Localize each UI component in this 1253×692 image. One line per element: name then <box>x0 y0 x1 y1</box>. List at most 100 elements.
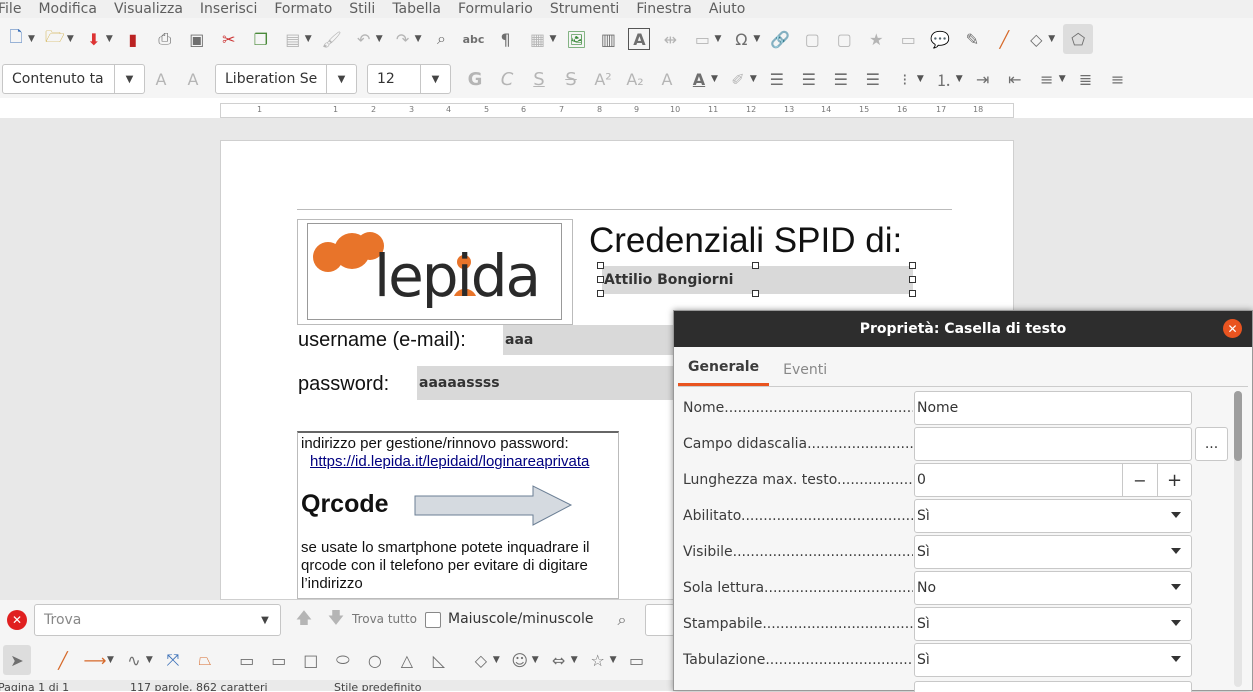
subscript-icon[interactable]: A₂ <box>623 67 647 91</box>
new-document-icon[interactable]: 🗋 <box>4 27 28 51</box>
align-center-icon[interactable]: ☰ <box>797 67 821 91</box>
decrease-indent-icon[interactable]: ⇤ <box>1003 67 1027 91</box>
username-textbox[interactable]: aaa <box>503 325 675 355</box>
tabstop-select[interactable]: Sì <box>914 643 1192 677</box>
chevron-down-icon[interactable]: ▼ <box>67 34 74 44</box>
new-style-icon[interactable]: A <box>181 67 205 91</box>
close-find-icon[interactable]: ✕ <box>7 610 27 630</box>
open-folder-icon[interactable]: 🗁 <box>43 27 67 51</box>
chevron-down-icon[interactable]: ▼ <box>146 655 153 665</box>
select-pointer-icon[interactable]: ➤ <box>3 645 31 675</box>
font-color-icon[interactable]: A <box>687 67 711 91</box>
page-break-icon[interactable]: ⇹ <box>658 27 682 51</box>
selection-handle[interactable] <box>909 262 916 269</box>
endnote-icon[interactable]: ▢ <box>832 27 856 51</box>
chevron-down-icon[interactable]: ▼ <box>714 34 721 44</box>
insert-table-icon[interactable]: ▦ <box>526 27 550 51</box>
ellipse-icon[interactable]: ⬭ <box>331 648 355 672</box>
tab-eventi[interactable]: Eventi <box>773 362 837 386</box>
line-icon[interactable]: ╱ <box>51 648 75 672</box>
logo-frame[interactable]: lepida <box>307 223 562 320</box>
draw-functions-icon[interactable]: ⬠ <box>1063 24 1094 54</box>
menu-finestra[interactable]: Finestra <box>636 1 692 17</box>
right-triangle-icon[interactable]: ◺ <box>427 648 451 672</box>
password-textbox[interactable]: aaaaassss <box>417 366 675 400</box>
find-input[interactable]: Trova ▼ <box>34 604 281 636</box>
increase-indent-icon[interactable]: ⇥ <box>971 67 995 91</box>
chevron-down-icon[interactable]: ▼ <box>376 34 383 44</box>
selection-handle[interactable] <box>909 276 916 283</box>
readonly-select[interactable]: No <box>914 571 1192 605</box>
selection-handle[interactable] <box>909 290 916 297</box>
triangle-icon[interactable]: △ <box>395 648 419 672</box>
selection-handle[interactable] <box>597 276 604 283</box>
arrow-line-icon[interactable]: ⟶ <box>83 648 107 672</box>
superscript-icon[interactable]: A² <box>591 67 615 91</box>
square-icon[interactable]: □ <box>299 648 323 672</box>
selection-handle[interactable] <box>752 262 759 269</box>
find-previous-icon[interactable]: 🡅 <box>292 608 316 632</box>
insert-image-icon[interactable]: 🖼 <box>564 27 588 51</box>
paragraph-spacing-icon[interactable]: ≣ <box>1074 67 1098 91</box>
insert-textbox-icon[interactable]: A <box>628 28 651 50</box>
chevron-down-icon[interactable]: ▼ <box>571 655 578 665</box>
align-right-icon[interactable]: ☰ <box>829 67 853 91</box>
chevron-down-icon[interactable]: ▼ <box>956 74 963 84</box>
bullet-list-icon[interactable]: ⁝ <box>893 67 917 91</box>
rectangle-icon[interactable]: ▭ <box>235 648 259 672</box>
menu-strumenti[interactable]: Strumenti <box>550 1 620 17</box>
chevron-down-icon[interactable]: ▼ <box>326 65 356 93</box>
justify-icon[interactable]: ☰ <box>861 67 885 91</box>
chevron-down-icon[interactable]: ▼ <box>493 655 500 665</box>
rounded-rectangle-icon[interactable]: ▭ <box>267 648 291 672</box>
scrollbar-thumb[interactable] <box>1234 391 1242 461</box>
hyperlink-icon[interactable]: 🔗 <box>768 27 792 51</box>
clear-formatting-icon[interactable]: A <box>655 67 679 91</box>
chevron-down-icon[interactable]: ▼ <box>420 65 450 93</box>
align-left-icon[interactable]: ☰ <box>765 67 789 91</box>
name-field[interactable]: Nome <box>914 391 1192 425</box>
menu-modifica[interactable]: Modifica <box>38 1 97 17</box>
address-link[interactable]: https://id.lepida.it/lepidaid/loginareap… <box>310 453 589 470</box>
update-style-icon[interactable]: A <box>149 67 173 91</box>
page-style[interactable]: Stile predefinito <box>334 681 421 691</box>
chevron-down-icon[interactable]: ▼ <box>610 655 617 665</box>
chevron-down-icon[interactable]: ▼ <box>753 34 760 44</box>
diamond-icon[interactable]: ◇ <box>469 648 493 672</box>
italic-icon[interactable]: C <box>495 67 519 91</box>
bold-icon[interactable]: G <box>463 67 487 91</box>
find-replace-icon[interactable]: ⌕ <box>610 608 634 632</box>
arrow-shape[interactable] <box>413 484 575 528</box>
cut-icon[interactable]: ✂ <box>217 27 241 51</box>
find-replace-icon[interactable]: ⌕ <box>430 27 454 51</box>
menu-visualizza[interactable]: Visualizza <box>114 1 183 17</box>
chevron-down-icon[interactable]: ▼ <box>107 655 114 665</box>
max-length-spinbox[interactable]: 0 − + <box>914 463 1192 497</box>
special-character-icon[interactable]: Ω <box>729 27 753 51</box>
polygon-icon[interactable]: ⏢ <box>193 648 217 672</box>
connector-icon[interactable]: ⤧ <box>161 648 185 672</box>
browse-button[interactable]: ... <box>1195 427 1228 461</box>
chevron-down-icon[interactable]: ▼ <box>250 605 280 635</box>
callout-icon[interactable]: ▭ <box>625 648 649 672</box>
chevron-down-icon[interactable]: ▼ <box>106 34 113 44</box>
insert-field-icon[interactable]: ▭ <box>690 27 714 51</box>
menu-inserisci[interactable]: Inserisci <box>200 1 257 17</box>
dialog-titlebar[interactable]: Proprietà: Casella di testo ✕ <box>674 311 1252 347</box>
chevron-down-icon[interactable]: ▼ <box>114 65 144 93</box>
find-next-icon[interactable]: 🡇 <box>324 608 348 632</box>
circle-icon[interactable]: ○ <box>363 648 387 672</box>
chevron-down-icon[interactable]: ▼ <box>917 74 924 84</box>
horizontal-ruler[interactable]: 1 1 2 3 4 5 6 7 8 9 10 11 12 13 14 15 16… <box>220 103 1014 118</box>
cross-reference-icon[interactable]: ▭ <box>896 27 920 51</box>
formatting-marks-icon[interactable]: ¶ <box>494 27 518 51</box>
bookmark-icon[interactable]: ★ <box>864 27 888 51</box>
print-preview-icon[interactable]: ▣ <box>185 27 209 51</box>
decrease-spacing-icon[interactable]: ≡ <box>1106 67 1130 91</box>
enabled-select[interactable]: Sì <box>914 499 1192 533</box>
highlight-icon[interactable]: ✐ <box>726 67 750 91</box>
menu-file[interactable]: File <box>0 1 21 17</box>
basic-shapes-icon[interactable]: ◇ <box>1024 27 1048 51</box>
tab-generale[interactable]: Generale <box>678 359 770 386</box>
export-pdf-icon[interactable]: ▮ <box>121 27 145 51</box>
